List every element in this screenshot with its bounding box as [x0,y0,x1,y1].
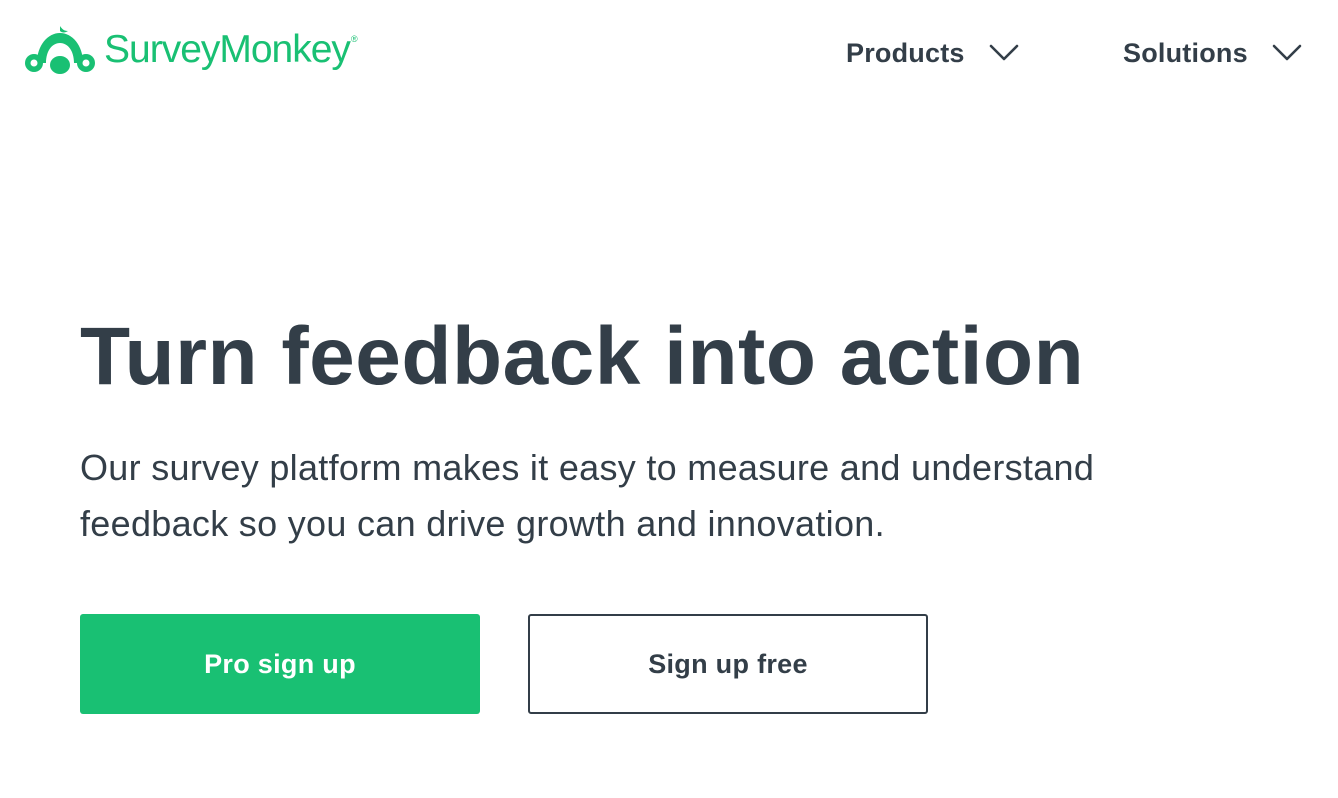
page: SurveyMonkey® Products Solutions Turn fe… [0,0,1338,798]
registered-mark: ® [350,33,358,44]
logo-link[interactable]: SurveyMonkey® [24,22,358,78]
logo-text: SurveyMonkey® [104,27,358,71]
nav-solutions-dropdown[interactable]: Solutions [1123,30,1323,76]
hero-subtitle: Our survey platform makes it easy to mea… [80,447,1095,544]
surveymonkey-logo-icon [25,26,95,74]
nav-solutions-label: Solutions [1123,37,1248,68]
nav-products-label: Products [846,37,965,68]
hero-title: Turn feedback into action [80,311,1085,402]
sign-up-free-button[interactable]: Sign up free [528,614,928,714]
pro-sign-up-button[interactable]: Pro sign up [80,614,480,714]
site-header: SurveyMonkey® Products Solutions [0,0,1338,110]
chevron-down-icon [989,44,1018,61]
nav-products-dropdown[interactable]: Products [846,30,1036,76]
chevron-down-icon [1272,44,1302,61]
